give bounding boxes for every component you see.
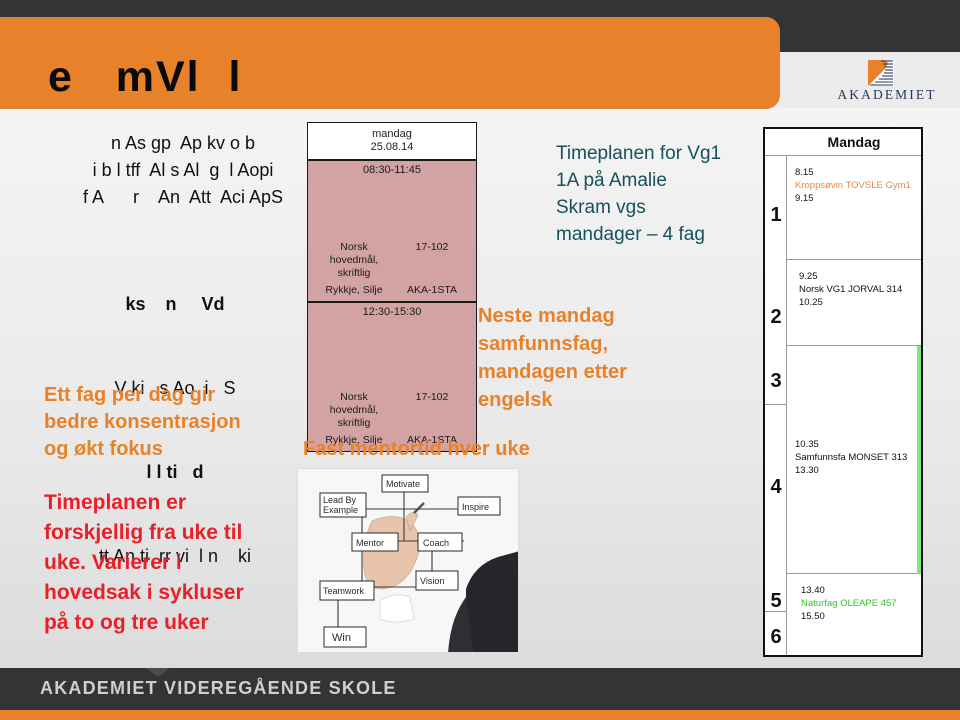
schedule-end-time: 10.25 [799,297,823,308]
mentor-diagram-image: Lead By Example Motivate Inspire Mentor C… [297,468,519,653]
center-orange-callout: Neste mandag samfunnsfag, mandagen etter… [478,305,627,411]
schedule-start-time: 13.40 [801,585,825,596]
schedule-cell[interactable]: 10.35 Samfunnsfa MONSET 313 13.30 [787,346,921,574]
svg-text:Motivate: Motivate [386,479,420,489]
timetable-slot-subject-row: Norsk hovedmål, skriftlig 17-102 [308,241,476,280]
schedule-cell[interactable]: 8.15 Kroppsøvin TOVSLE Gym1 9.15 [787,156,921,260]
timetable-slot-room: 17-102 [415,391,449,403]
schedule-period-number: 5 [770,590,782,612]
timetable-slot-room: 17-102 [415,241,449,253]
left-text-block-1: n As gp Ap kv o b i b l tff Al s Al g l … [82,133,284,207]
schedule-subject: Samfunnsfa MONSET 313 [795,452,908,463]
timetable-slot-subject: Norsk hovedmål, skriftlig [329,241,379,279]
schedule-period-number: 6 [770,626,782,648]
schedule-period-divider [765,611,787,612]
footer-title: AKADEMIET VIDEREGÅENDE SKOLE [40,678,397,698]
schedule-start-time: 9.25 [799,271,818,282]
mentor-time-callout: Fast mentortid hver uke [303,438,530,460]
timetable-slot-time: 08:30-11:45 [363,164,421,176]
timetable-slot-subject: Norsk hovedmål, skriftlig [329,391,379,429]
slide: e mVl l AKADEMIET n As gp Ap kv o b i b … [0,0,960,720]
svg-text:Vision: Vision [420,576,444,586]
timetable-slot: 08:30-11:45 Norsk hovedmål, skriftlig 17… [308,161,476,303]
svg-text:Mentor: Mentor [356,538,384,548]
schedule-green-marker [917,346,921,574]
footer-orange-strip [0,710,960,720]
timetable-screenshot: mandag 25.08.14 08:30-11:45 Norsk hovedm… [307,122,477,452]
footer-notch [146,668,170,677]
timetable-slot-time: 12:30-15:30 [362,306,422,318]
svg-text:Inspire: Inspire [462,502,489,512]
timetable-slot-subject-row: Norsk hovedmål, skriftlig 17-102 [308,391,476,430]
svg-text:Lead By: Lead By [323,495,357,505]
schedule-period-number: 3 [770,370,782,392]
schedule-period-divider [765,404,787,405]
schedule-body: 1 2 3 4 5 6 8.15 Kroppsøvin TOVSLE Gym1 … [765,156,921,655]
akademiet-logo: AKADEMIET [828,60,946,106]
schedule-period-number: 4 [770,476,782,498]
timetable-header: mandag 25.08.14 [308,123,476,161]
schedule-subject: Norsk VG1 JORVAL 314 [799,284,903,295]
left-red-callout: Timeplanen er forskjellig fra uke til uk… [44,491,244,634]
timetable-slot-teacher-row: Rykkje, Silje AKA-1STA [308,284,476,297]
schedule-table: Mandag 1 2 3 4 5 6 8.15 Kroppsøvin TOVSL… [763,127,923,657]
schedule-start-time: 10.35 [795,439,819,450]
timetable-slot-body: Norsk hovedmål, skriftlig 17-102 Rykkje,… [308,241,476,297]
svg-text:Coach: Coach [423,538,449,548]
schedule-start-time: 8.15 [795,167,814,178]
schedule-cell[interactable]: 13.40 Naturfag OLEAPE 457 15.50 [787,574,921,655]
schedule-period-number: 1 [770,204,782,226]
timetable-date: 25.08.14 [370,141,414,153]
page-title: e mVl l [48,53,243,101]
schedule-period-column [765,156,787,655]
schedule-header-mandag: Mandag [765,129,921,156]
center-teal-callout: Timeplanen for Vg1 1A på Amalie Skram vg… [556,143,722,245]
timetable-slot-teacher: Rykkje, Silje [325,284,383,296]
schedule-cell[interactable]: 9.25 Norsk VG1 JORVAL 314 10.25 [787,260,921,346]
schedule-end-time: 9.15 [795,193,814,204]
akademiet-logo-mark [868,60,894,86]
left-orange-callout: Ett fag per dag gir bedre konsentrasjon … [44,384,241,460]
left-text-line-1: ks n Vd [125,294,225,314]
svg-text:Example: Example [323,505,358,515]
schedule-subject: Naturfag OLEAPE 457 [801,598,897,609]
schedule-end-time: 15.50 [801,611,825,622]
timetable-day: mandag [372,128,412,140]
schedule-subject: Kroppsøvin TOVSLE Gym1 [795,180,911,191]
timetable-slot: 12:30-15:30 Norsk hovedmål, skriftlig 17… [308,303,476,451]
timetable-slot-class: AKA-1STA [407,284,457,296]
schedule-end-time: 13.30 [795,465,819,476]
akademiet-wordmark: AKADEMIET [837,87,937,102]
svg-text:Teamwork: Teamwork [323,586,365,596]
schedule-period-number: 2 [770,306,782,328]
svg-text:Win: Win [332,632,351,644]
